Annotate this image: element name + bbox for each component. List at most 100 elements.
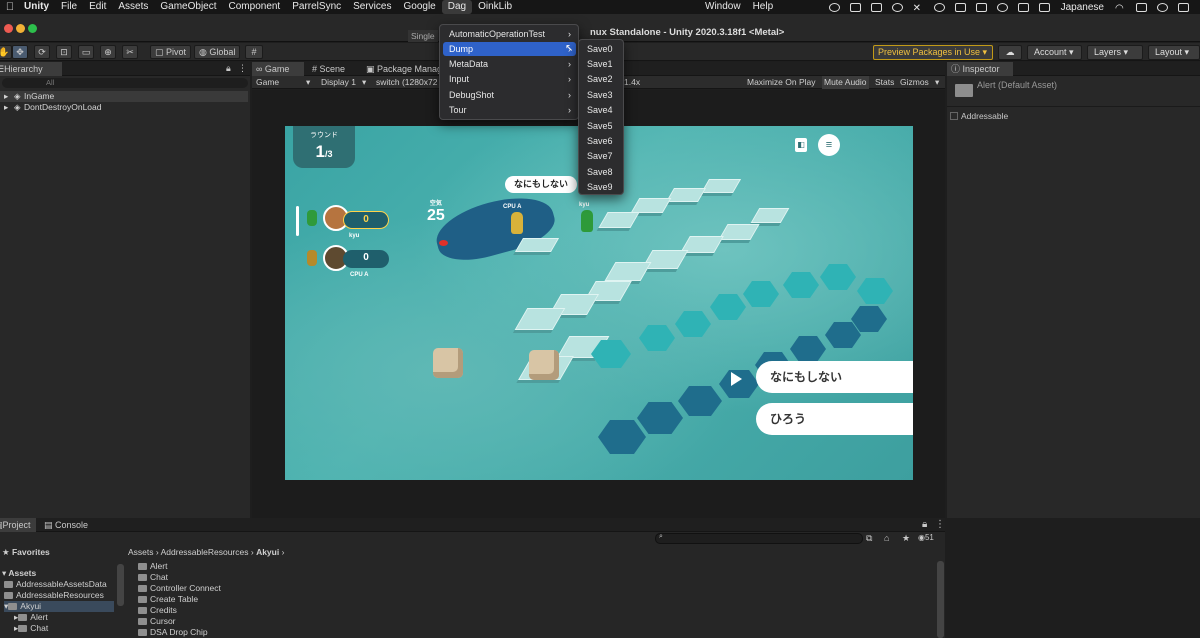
mute-audio-toggle[interactable]: Mute Audio xyxy=(822,76,869,89)
file-row[interactable]: DSA Drop Chip xyxy=(138,627,208,638)
menu-help[interactable]: Help xyxy=(747,0,780,14)
rect-tool-icon[interactable]: ▭ xyxy=(78,45,94,59)
tree-item[interactable]: ▸ Alert xyxy=(14,612,48,623)
expand-arrow-icon[interactable]: ▸ xyxy=(4,91,8,102)
submenu-save6[interactable]: Save6 xyxy=(582,134,620,148)
maximize-icon[interactable] xyxy=(28,24,37,33)
tab-scene[interactable]: # Scene xyxy=(308,62,349,76)
transform-tool-icon[interactable]: ⊕ xyxy=(100,45,116,59)
menu-item-input[interactable]: Input › xyxy=(443,72,576,86)
menu-unity[interactable]: Unity xyxy=(18,0,55,14)
menu-window[interactable]: Window xyxy=(699,0,747,14)
bookmark-icon[interactable]: ◧ xyxy=(795,138,807,152)
tree-scrollbar[interactable] xyxy=(117,564,124,606)
single-button[interactable]: Single xyxy=(408,30,438,42)
submenu-save7[interactable]: Save7 xyxy=(582,149,620,163)
submenu-save1[interactable]: Save1 xyxy=(582,57,620,71)
cloud-button[interactable]: ☁ xyxy=(998,45,1022,60)
favorites-header[interactable]: ★ Favorites xyxy=(2,547,50,558)
record-icon[interactable] xyxy=(828,2,840,12)
screen-icon[interactable] xyxy=(870,2,882,12)
hierarchy-row-ingame[interactable]: ▸ ◈ InGame xyxy=(0,91,248,102)
scale-tool-icon[interactable]: ⊡ xyxy=(56,45,72,59)
label-icon[interactable]: ⌂ xyxy=(884,533,889,543)
hierarchy-row-dontdestroy[interactable]: ▸ ◈ DontDestroyOnLoad xyxy=(0,102,248,113)
lock-icon[interactable]: 🔒︎ xyxy=(226,63,231,74)
search-icon[interactable] xyxy=(1157,2,1168,12)
wifi-icon[interactable]: ◠ xyxy=(1115,3,1126,14)
file-row[interactable]: Create Table xyxy=(138,594,198,605)
menu-services[interactable]: Services xyxy=(347,0,397,14)
tab-game[interactable]: ∞ Game xyxy=(252,62,304,76)
menu-component[interactable]: Component xyxy=(223,0,287,14)
tab-console[interactable]: ▤ Console xyxy=(40,518,92,532)
custom-tool-icon[interactable]: ✂ xyxy=(122,45,138,59)
expand-arrow-icon[interactable]: ▸ xyxy=(4,102,8,113)
keyboard-icon[interactable] xyxy=(1017,2,1029,12)
menu-gameobject[interactable]: GameObject xyxy=(154,0,222,14)
menu-item-automatic-operation-test[interactable]: AutomaticOperationTest › xyxy=(443,27,576,41)
breadcrumb-item[interactable]: Assets xyxy=(128,547,154,557)
chevron-down-icon[interactable]: ▾ xyxy=(362,76,366,89)
account-dropdown[interactable]: Account ▾ xyxy=(1027,45,1082,60)
submenu-save8[interactable]: Save8 xyxy=(582,165,620,179)
preview-packages-button[interactable]: Preview Packages in Use ▾ xyxy=(873,45,993,60)
submenu-save2[interactable]: Save2 xyxy=(582,72,620,86)
gizmos-dropdown[interactable]: Gizmos xyxy=(900,76,929,89)
menu-file[interactable]: File xyxy=(55,0,83,14)
file-row[interactable]: Chat xyxy=(138,572,168,583)
file-row[interactable]: Controller Connect xyxy=(138,583,221,594)
tab-package-manager[interactable]: ▣ Package Manag xyxy=(362,62,446,76)
cloud-icon[interactable] xyxy=(975,2,987,12)
lock-icon[interactable]: 🔒︎ xyxy=(922,519,927,530)
apple-icon[interactable]:  xyxy=(2,1,18,13)
file-row[interactable]: Credits xyxy=(138,605,177,616)
tree-item-selected[interactable]: ▾ Akyui xyxy=(4,601,114,612)
flag-icon[interactable] xyxy=(1038,2,1050,12)
assets-header[interactable]: ▾ Assets xyxy=(2,568,36,579)
submenu-save3[interactable]: Save3 xyxy=(582,88,620,102)
shield-icon[interactable] xyxy=(891,2,903,12)
file-row[interactable]: Alert xyxy=(138,561,167,572)
resolution-dropdown[interactable]: switch (1280x72 xyxy=(376,76,437,89)
maximize-on-play-toggle[interactable]: Maximize On Play xyxy=(747,76,816,89)
menu-edit[interactable]: Edit xyxy=(83,0,112,14)
breadcrumb-item[interactable]: AddressableResources xyxy=(161,547,249,557)
choice-pick-up-button[interactable]: ひろう xyxy=(756,403,913,435)
tab-project[interactable]: ▣Project xyxy=(0,518,36,532)
display-dropdown[interactable]: Display 1 xyxy=(321,76,356,89)
menu-item-metadata[interactable]: MetaData › xyxy=(443,57,576,71)
image-icon[interactable] xyxy=(849,2,861,12)
menu-dag[interactable]: Dag xyxy=(441,0,473,14)
move-tool-icon[interactable]: ✥ xyxy=(12,45,28,59)
menu-item-tour[interactable]: Tour › xyxy=(443,103,576,117)
addressable-checkbox[interactable] xyxy=(950,112,958,120)
more-icon[interactable]: ⋮ xyxy=(238,63,247,74)
menu-item-debugshot[interactable]: DebugShot › xyxy=(443,88,576,102)
global-button[interactable]: ◍ Global xyxy=(194,45,241,59)
line-icon[interactable] xyxy=(996,2,1008,12)
battery-icon[interactable] xyxy=(1136,2,1147,12)
minimize-icon[interactable] xyxy=(16,24,25,33)
star-icon[interactable]: ★ xyxy=(902,533,910,544)
chevron-down-icon[interactable]: ▾ xyxy=(306,76,310,89)
project-search-input[interactable]: ⌕ xyxy=(655,533,863,544)
control-center-icon[interactable] xyxy=(1178,2,1189,12)
hierarchy-search[interactable]: All xyxy=(2,78,248,88)
more-icon[interactable]: ⋮ xyxy=(935,519,945,530)
pivot-button[interactable]: ▢ Pivot xyxy=(150,45,192,59)
menu-oinklib[interactable]: OinkLib xyxy=(472,0,518,14)
breadcrumb-item[interactable]: Akyui xyxy=(256,547,279,557)
tab-hierarchy[interactable]: ☰Hierarchy xyxy=(0,62,62,76)
close-icon[interactable] xyxy=(4,24,13,33)
layers-dropdown[interactable]: Layers ▾ xyxy=(1087,45,1143,60)
tree-item[interactable]: AddressableResources xyxy=(4,590,104,601)
tab-inspector[interactable]: ⓘ Inspector xyxy=(947,62,1013,76)
menu-icon[interactable]: ≡ xyxy=(818,134,840,156)
submenu-save4[interactable]: Save4 xyxy=(582,103,620,117)
layout-dropdown[interactable]: Layout ▾ xyxy=(1148,45,1200,60)
play-icon[interactable] xyxy=(731,372,742,386)
create-icon[interactable]: ⧉ xyxy=(866,533,872,544)
submenu-save0[interactable]: Save0 xyxy=(582,42,620,56)
stats-toggle[interactable]: Stats xyxy=(875,76,894,89)
